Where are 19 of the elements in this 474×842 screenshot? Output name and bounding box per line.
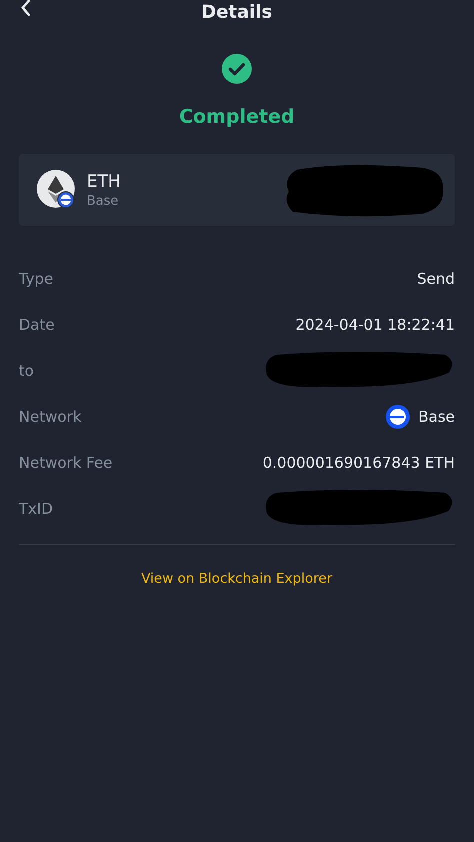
detail-label: Network	[19, 408, 82, 426]
detail-value: 0.000001690167843 ETH	[262, 454, 455, 472]
status-label: Completed	[179, 106, 295, 128]
detail-label: Type	[19, 270, 54, 288]
explorer-link[interactable]: View on Blockchain Explorer	[141, 571, 332, 587]
check-icon	[222, 54, 252, 84]
detail-value: Base	[418, 408, 455, 426]
detail-label: Date	[19, 316, 55, 334]
asset-network: Base	[87, 194, 120, 208]
detail-value: Send	[417, 270, 455, 288]
asset-symbol: ETH	[87, 172, 122, 192]
ethereum-coin-icon	[37, 170, 77, 210]
page-title: Details	[202, 2, 272, 22]
detail-label: Network Fee	[19, 454, 113, 472]
detail-value: 2024-04-01 18:22:41	[296, 316, 455, 334]
detail-label: TxID	[19, 500, 54, 518]
detail-label: to	[19, 362, 34, 380]
back-icon[interactable]	[20, 0, 32, 16]
network-icon	[386, 405, 410, 429]
